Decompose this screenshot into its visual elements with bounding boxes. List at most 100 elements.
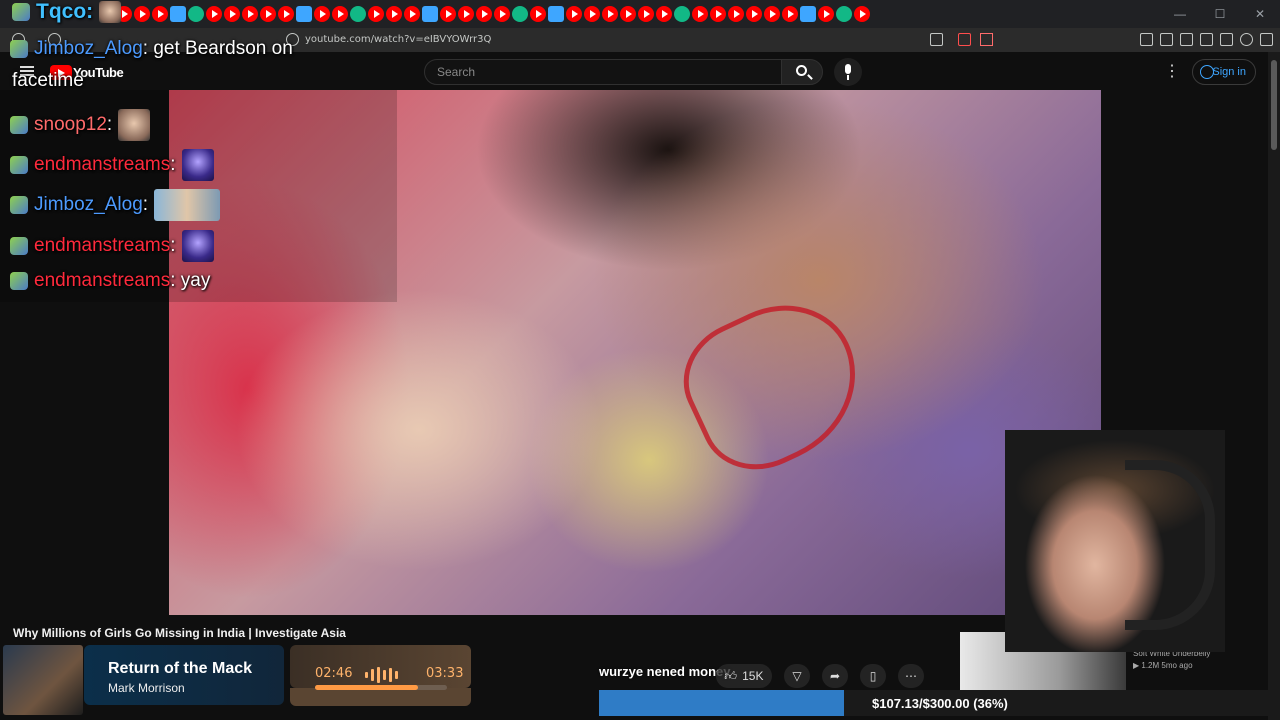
url-text[interactable]: youtube.com/watch?v=eIBVYOWrr3Q [305, 34, 491, 45]
goal-message: wurzye nened money [599, 664, 731, 679]
music-icon[interactable] [1160, 33, 1173, 46]
chat-emote-icon [154, 189, 221, 221]
browser-tab[interactable] [728, 6, 744, 22]
rewards-icon[interactable] [980, 33, 993, 46]
browser-tab[interactable] [188, 6, 204, 22]
voice-search-icon[interactable] [834, 58, 862, 86]
browser-tab[interactable] [818, 6, 834, 22]
browser-tab[interactable] [404, 6, 420, 22]
browser-tab[interactable] [782, 6, 798, 22]
video-title: Why Millions of Girls Go Missing in Indi… [13, 626, 346, 640]
cast-icon[interactable] [930, 33, 943, 46]
browser-tab[interactable] [152, 6, 168, 22]
chat-badge-icon [12, 3, 30, 21]
browser-tab[interactable] [674, 6, 690, 22]
browser-tab[interactable] [386, 6, 402, 22]
chat-badge-icon [10, 272, 28, 290]
browser-tab[interactable] [692, 6, 708, 22]
chat-username: endmanstreams [34, 270, 171, 291]
star-icon[interactable] [1220, 33, 1233, 46]
menu-icon[interactable] [1260, 33, 1273, 46]
browser-tab[interactable] [656, 6, 672, 22]
browser-tab[interactable] [494, 6, 510, 22]
browser-tab[interactable] [368, 6, 384, 22]
browser-tab[interactable] [134, 6, 150, 22]
sign-in-button[interactable]: Sign in [1192, 59, 1256, 85]
browser-tab[interactable] [170, 6, 186, 22]
chat-text: : [170, 154, 176, 175]
browser-tab[interactable] [854, 6, 870, 22]
browser-tab[interactable] [602, 6, 618, 22]
browser-tab[interactable] [458, 6, 474, 22]
chat-message: snoop12: [10, 109, 151, 141]
browser-tab[interactable] [512, 6, 528, 22]
browser-tab[interactable] [206, 6, 222, 22]
search-box[interactable] [424, 59, 782, 85]
donation-goal-fill [599, 690, 845, 716]
wallet-icon[interactable] [1200, 33, 1213, 46]
save-button[interactable]: ▯ [860, 664, 886, 688]
dislike-button[interactable]: ▽ [784, 664, 810, 688]
extensions-icon[interactable] [1140, 33, 1153, 46]
browser-tab[interactable] [800, 6, 816, 22]
chat-text: : [106, 114, 113, 135]
vpn-icon[interactable] [1240, 33, 1253, 46]
account-icon [1200, 65, 1214, 79]
chat-badge-icon [10, 196, 28, 214]
browser-tab[interactable] [764, 6, 780, 22]
browser-tab[interactable] [332, 6, 348, 22]
like-button[interactable]: 👍︎ 15K [716, 664, 772, 688]
search-button[interactable] [781, 59, 823, 85]
sidebar-icon[interactable] [1180, 33, 1193, 46]
browser-tab[interactable] [476, 6, 492, 22]
browser-tab[interactable] [242, 6, 258, 22]
chat-message: facetime [12, 70, 84, 92]
browser-tab[interactable] [548, 6, 564, 22]
share-button[interactable]: ➦ [822, 664, 848, 688]
search-input[interactable] [425, 60, 781, 84]
brave-shield-icon[interactable] [958, 33, 971, 46]
browser-tab[interactable] [296, 6, 312, 22]
browser-tab[interactable] [566, 6, 582, 22]
browser-tab[interactable] [710, 6, 726, 22]
minimize-icon[interactable]: — [1160, 0, 1200, 28]
chat-username: Jimboz_Alog [34, 194, 143, 215]
donation-goal-text: $107.13/$300.00 (36%) [872, 696, 1008, 711]
video-actions: 👍︎ 15K ▽ ➦ ▯ ⋯ [716, 664, 924, 688]
song-total-time: 03:33 [426, 666, 464, 681]
song-progress-fill [315, 685, 418, 690]
more-icon: ⋯ [905, 669, 917, 683]
close-icon[interactable]: ✕ [1240, 0, 1280, 28]
like-count: 15K [742, 669, 764, 683]
browser-tab[interactable] [836, 6, 852, 22]
chat-message: Jimboz_Alog: [10, 189, 221, 221]
maximize-icon[interactable]: ☐ [1200, 0, 1240, 28]
more-actions-button[interactable]: ⋯ [898, 664, 924, 688]
screen: — ☐ ✕ youtube.com/watch?v=eIBVYOWrr3Q Yo… [0, 0, 1280, 720]
chat-badge-icon [10, 116, 28, 134]
browser-tab[interactable] [620, 6, 636, 22]
chat-text: : yay [170, 270, 211, 291]
more-options-icon[interactable]: ⋮ [1162, 62, 1182, 82]
chat-text: : [142, 194, 149, 215]
browser-tab[interactable] [422, 6, 438, 22]
browser-tab[interactable] [638, 6, 654, 22]
browser-tab[interactable] [224, 6, 240, 22]
album-art [3, 645, 83, 715]
chat-username: Tqco: [36, 0, 94, 23]
sign-in-label: Sign in [1212, 66, 1246, 78]
browser-tab[interactable] [314, 6, 330, 22]
browser-tab[interactable] [278, 6, 294, 22]
browser-tab[interactable] [260, 6, 276, 22]
browser-tab[interactable] [440, 6, 456, 22]
page-scrollbar[interactable] [1268, 52, 1280, 720]
scrollbar-thumb[interactable] [1271, 60, 1277, 150]
song-current-time: 02:46 [315, 666, 353, 681]
browser-tab[interactable] [746, 6, 762, 22]
song-progress-track [315, 685, 447, 690]
browser-tab[interactable] [350, 6, 366, 22]
thumbs-up-icon: 👍︎ [724, 668, 738, 683]
browser-tab[interactable] [530, 6, 546, 22]
browser-tab[interactable] [584, 6, 600, 22]
song-title: Return of the Mack [108, 660, 253, 677]
